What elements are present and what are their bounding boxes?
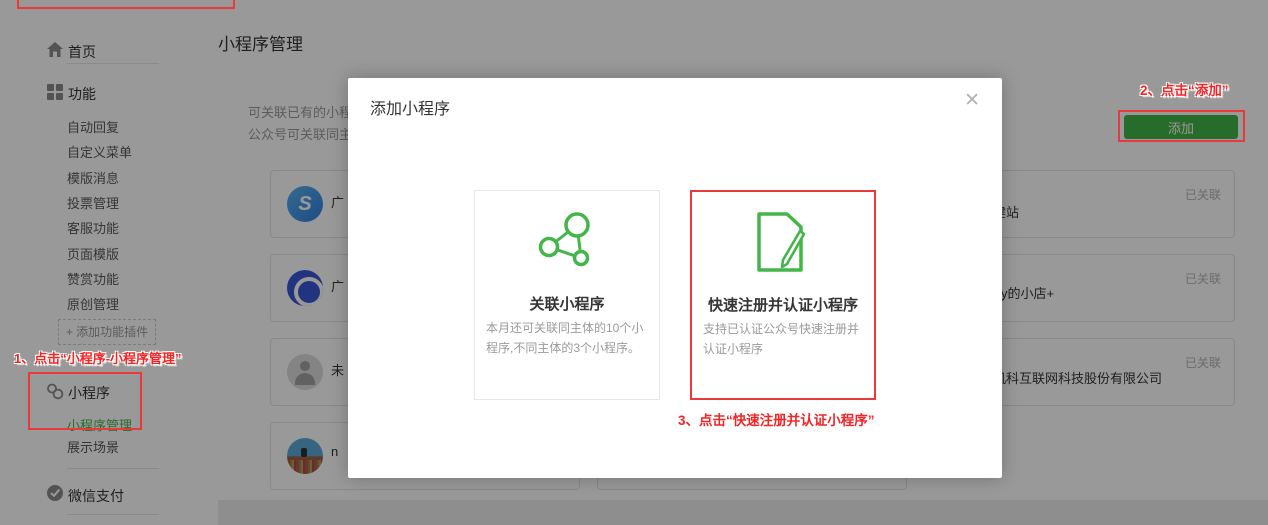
close-icon[interactable]: ✕ [964, 91, 980, 110]
wechat-mp-admin-page: 首页 功能 自动回复 自定义菜单 模版消息 投票管理 客服功能 页面模版 赞赏功… [0, 0, 1268, 525]
annotation-box-step1 [28, 372, 142, 430]
annotation-step3: 3、点击“快速注册并认证小程序” [678, 413, 875, 428]
network-nodes-icon [475, 211, 659, 276]
card-description: 本月还可关联同主体的10个小程序,不同主体的3个小程序。 [486, 321, 644, 355]
annotation-step2: 2、点击“添加” [1140, 83, 1229, 98]
card-description: 支持已认证公众号快速注册并认证小程序 [703, 322, 860, 356]
annotation-step1: 1、点击“小程序-小程序管理” [14, 351, 182, 366]
annotation-box-step2 [1118, 110, 1245, 142]
document-pencil-icon [692, 212, 874, 277]
add-miniprogram-modal: 添加小程序 ✕ 关联小程序 本月还可关联同主体的10个小程序,不同主体的3个小程… [348, 78, 1002, 478]
card-title: 关联小程序 [529, 296, 605, 313]
quick-register-card[interactable]: 快速注册并认证小程序 支持已认证公众号快速注册并认证小程序 [690, 190, 876, 400]
annotation-box-top [17, 0, 235, 9]
modal-title: 添加小程序 [370, 101, 451, 118]
link-miniprogram-card[interactable]: 关联小程序 本月还可关联同主体的10个小程序,不同主体的3个小程序。 [474, 190, 660, 400]
card-title: 快速注册并认证小程序 [707, 297, 858, 314]
